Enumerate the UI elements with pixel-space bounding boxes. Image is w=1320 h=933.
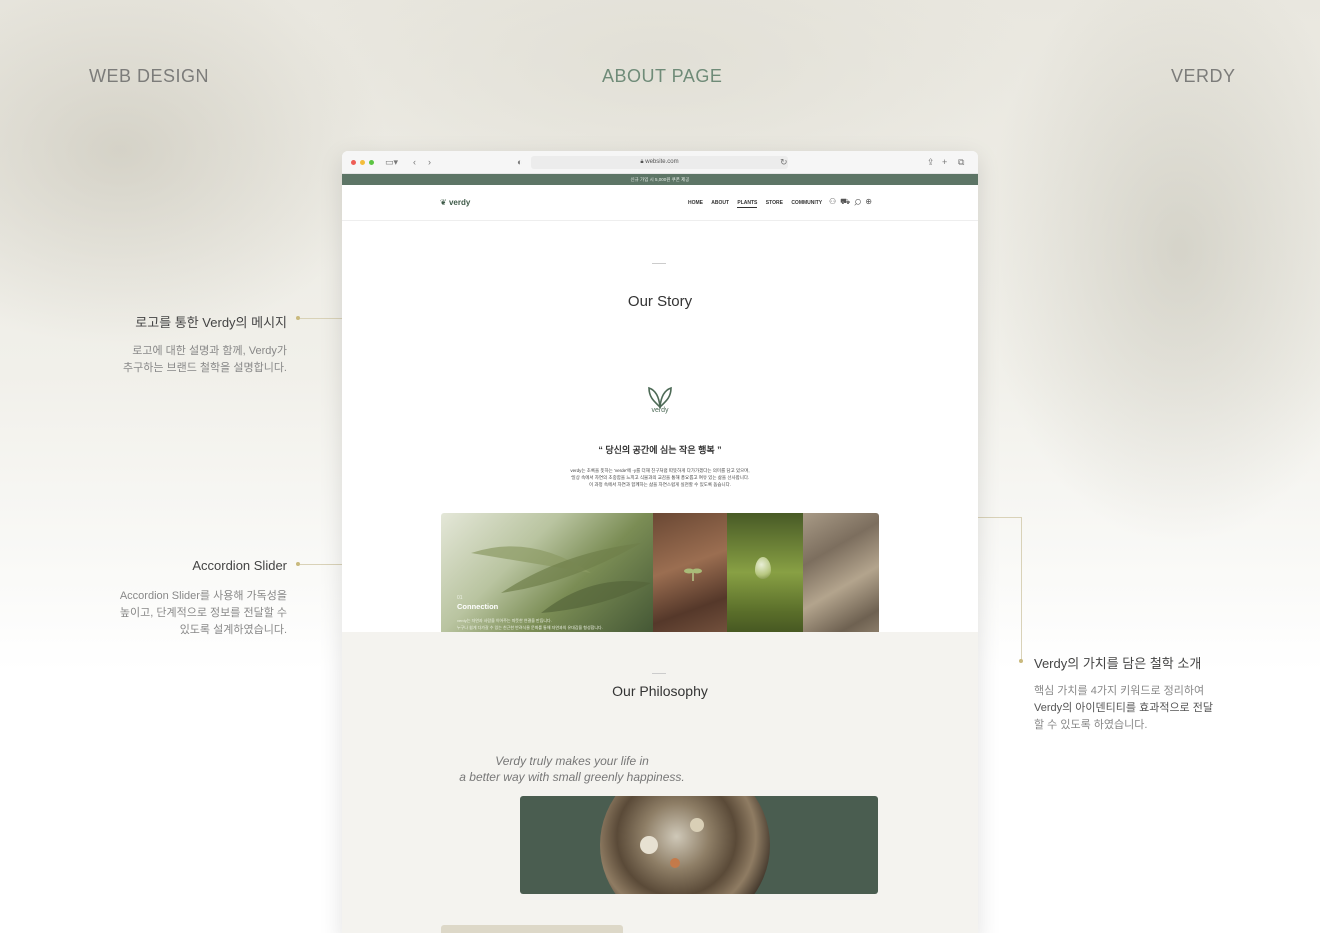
site-logo[interactable]: ❦ verdy [440,198,470,207]
maximize-window-button[interactable] [369,160,374,165]
cart-icon[interactable]: ⛟ [840,197,854,206]
new-tab-icon[interactable]: + [942,156,947,168]
forward-icon[interactable]: › [428,156,431,168]
slide-description: verdy는 자연과 사람을 이어주는 따뜻한 연결을 만듭니다. 누구나 쉽게… [457,617,645,631]
annotation-philosophy-desc-line: 할 수 있도록 하였습니다. [1034,719,1148,731]
annotation-logo-desc-line: 로고에 대한 설명과 함께, Verdy가 [132,345,287,357]
address-bar[interactable]: 🔒︎ website.com [531,156,788,169]
our-story-section: Our Story verdy “ 당신의 공간에 심는 작은 행복 ” ver… [342,221,978,645]
annotation-philosophy-desc-line: Verdy의 아이덴티티를 효과적으로 전달 [1034,702,1213,714]
seeds-bowl-image [520,796,878,894]
minimize-window-button[interactable] [360,160,365,165]
sprout-image [684,568,702,581]
annotation-philosophy-line-v [1021,517,1022,660]
browser-toolbar: ▭▾ ‹ › ◐ 🔒︎ website.com ↻ ⇪ + ⧉ [342,151,978,174]
back-icon[interactable]: ‹ [413,156,416,168]
annotation-logo-desc: 로고에 대한 설명과 함께, Verdy가 추구하는 브랜드 철학을 설명합니다… [90,343,287,377]
story-quote: “ 당신의 공간에 심는 작은 행복 ” [598,445,722,455]
philosophy-card-preview [441,925,623,933]
annotation-logo-title: 로고를 통한 Verdy의 메시지 [135,315,287,330]
privacy-shield-icon: ◐ [517,157,523,167]
section-divider [652,673,666,674]
story-paragraph-line: '일상 속에서 자연의 초중함을 느끼고 식물과의 교감을 통해 풍요롭고 여유… [570,475,750,480]
verdy-leaf-logo-icon [648,386,672,408]
annotation-logo-desc-line: 추구하는 브랜드 철학을 설명합니다. [122,362,287,374]
water-drop-image [755,557,771,579]
seed-pod [670,858,680,868]
search-icon[interactable]: ⌕ [854,197,865,206]
story-paragraph-line: verdy는 초록을 뜻하는 'verde'에 -y를 더해 친구처럼 따뜻하게… [570,468,750,473]
seed-pod [640,836,658,854]
annotation-philosophy-desc-line: 핵심 가치를 4가지 키워드로 정리하여 [1034,685,1205,697]
annotation-philosophy-desc: 핵심 가치를 4가지 키워드로 정리하여 Verdy의 아이덴티티를 효과적으로… [1034,683,1213,734]
nav-community[interactable]: COMMUNITY [791,200,822,206]
seed-bowl [600,796,770,894]
annotation-accordion-desc-line: Accordion Slider를 사용해 가독성을 [119,590,287,602]
annotation-accordion-desc: Accordion Slider를 사용해 가독성을 높이고, 단계적으로 정보… [90,588,287,639]
lock-icon: 🔒︎ [640,159,644,165]
globe-icon[interactable]: ⊕ [865,197,876,206]
site-logo-text: verdy [448,198,471,207]
reload-icon[interactable]: ↻ [780,156,788,168]
site-navigation: ❦ verdy HOME ABOUT PLANTS STORE COMMUNIT… [342,185,978,221]
main-menu: HOME ABOUT PLANTS STORE COMMUNITY [688,200,829,208]
header-verdy: VERDY [1171,66,1236,86]
slide-title: Connection [457,602,499,611]
section-divider [652,263,666,264]
verdy-logo-text: verdy [651,407,669,414]
share-icon[interactable]: ⇪ [927,156,935,168]
nav-about[interactable]: ABOUT [711,200,729,206]
philosophy-quote-line: Verdy truly makes your life in [495,754,649,768]
our-philosophy-title: Our Philosophy [612,683,708,699]
annotation-philosophy-title: Verdy의 가치를 담은 철학 소개 [1034,656,1202,671]
header-web-design: WEB DESIGN [89,66,210,86]
philosophy-quote: Verdy truly makes your life in a better … [422,753,722,785]
header-about-page: ABOUT PAGE [602,66,723,86]
nav-icon-group: ⚇⛟⌕⊕ [829,197,876,207]
annotation-accordion-desc-line: 있도록 설계하였습니다. [179,624,287,636]
accordion-panel-4[interactable] [803,513,879,645]
accordion-panel-connection[interactable]: 01 Connection verdy는 자연과 사람을 이어주는 따뜻한 연결… [441,513,653,645]
address-bar-url: website.com [645,159,679,165]
annotation-philosophy-dot [1019,659,1023,663]
annotation-accordion-desc-line: 높이고, 단계적으로 정보를 전달할 수 [119,607,287,619]
accordion-panel-3[interactable] [727,513,803,645]
philosophy-quote-line: a better way with small greenly happines… [459,770,685,784]
accordion-slider: 01 Connection verdy는 자연과 사람을 이어주는 따뜻한 연결… [441,513,879,645]
seed-pod [690,818,704,832]
nav-home[interactable]: HOME [688,200,703,206]
promo-banner[interactable]: 신규 가입 시 5,000원 쿠폰 제공 [342,174,978,185]
our-story-title: Our Story [627,293,693,310]
story-paragraph: verdy는 초록을 뜻하는 'verde'에 -y를 더해 친구처럼 따뜻하게… [492,467,828,488]
user-icon[interactable]: ⚇ [829,197,840,206]
story-paragraph-line: 이 과정 속에서 자연과 함께하는 삶을 자연스럽게 실천할 수 있도록 돕습니… [588,482,732,487]
browser-window: ▭▾ ‹ › ◐ 🔒︎ website.com ↻ ⇪ + ⧉ 신규 가입 시 … [342,151,978,933]
close-window-button[interactable] [351,160,356,165]
sidebar-toggle-icon[interactable]: ▭▾ [385,156,398,168]
nav-store[interactable]: STORE [766,200,783,206]
our-philosophy-section: Our Philosophy Verdy truly makes your li… [342,632,978,933]
accordion-panel-2[interactable] [653,513,727,645]
slide-description-line: verdy는 자연과 사람을 이어주는 따뜻한 연결을 만듭니다. [457,618,552,623]
leaf-logo-icon: ❦ [440,198,447,207]
slide-description-line: 누구나 쉽게 다가갈 수 있는 친근한 반려식물 문화를 통해 자연과의 유대감… [457,625,603,630]
nav-plants[interactable]: PLANTS [737,200,758,208]
tabs-overview-icon[interactable]: ⧉ [958,156,964,168]
slide-number: 01 [457,595,463,601]
annotation-accordion-title: Accordion Slider [192,558,287,573]
